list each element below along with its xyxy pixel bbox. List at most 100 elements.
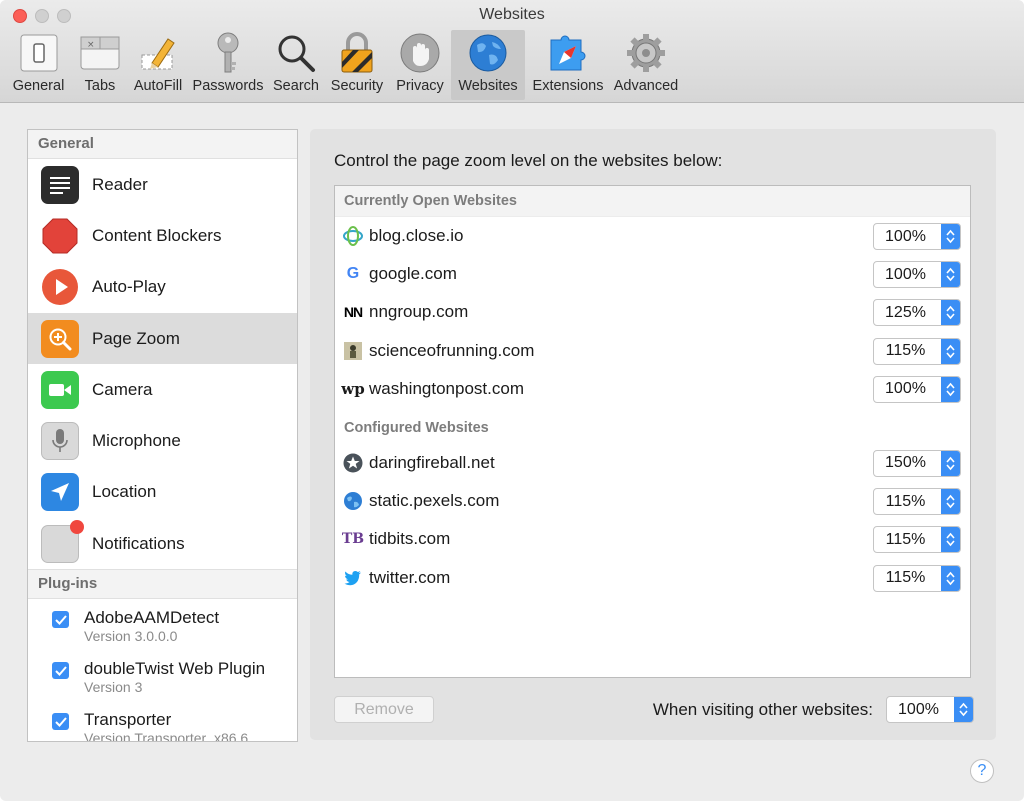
- zoom-value: 150%: [885, 454, 926, 472]
- zoom-select[interactable]: 115%: [873, 526, 961, 554]
- tab-passwords[interactable]: Passwords: [189, 30, 267, 100]
- updown-arrows-icon: [941, 565, 960, 591]
- notifications-icon: [41, 519, 84, 563]
- website-row[interactable]: blog.close.io 100%: [335, 217, 970, 255]
- preferences-toolbar: General × Tabs AutoFill Passwords Search…: [4, 30, 681, 102]
- zoom-select[interactable]: 100%: [873, 375, 961, 403]
- website-name: twitter.com: [369, 567, 451, 587]
- website-name: nngroup.com: [369, 302, 469, 322]
- zoom-select[interactable]: 125%: [873, 299, 961, 327]
- website-row[interactable]: G google.com 100%: [335, 255, 970, 293]
- sidebar-item-page-zoom[interactable]: Page Zoom: [28, 312, 297, 365]
- plugin-item-adobeaamdetect[interactable]: AdobeAAMDetect Version 3.0.0.0: [28, 599, 297, 650]
- checkmark-icon: [54, 615, 67, 625]
- website-row[interactable]: static.pexels.com 115%: [335, 482, 970, 520]
- website-row[interactable]: TB tidbits.com 115%: [335, 520, 970, 558]
- gear-icon: [625, 32, 667, 74]
- tabs-icon: ×: [80, 32, 120, 74]
- tab-advanced-label: Advanced: [613, 78, 679, 94]
- sidebar-item-label: Microphone: [92, 431, 181, 451]
- other-websites-zoom-select[interactable]: 100%: [886, 696, 974, 723]
- tab-privacy[interactable]: Privacy: [389, 30, 451, 100]
- tab-advanced[interactable]: Advanced: [611, 30, 681, 100]
- sidebar-item-label: Camera: [92, 379, 153, 399]
- zoom-select[interactable]: 100%: [873, 223, 961, 250]
- website-row[interactable]: NN nngroup.com 125%: [335, 293, 970, 331]
- website-row[interactable]: twitter.com 115%: [335, 559, 970, 597]
- tab-tabs-label: Tabs: [84, 78, 116, 94]
- camera-icon: [41, 370, 79, 409]
- help-button[interactable]: ?: [970, 759, 994, 783]
- tidbits-favicon: TB: [341, 531, 365, 548]
- tab-passwords-label: Passwords: [192, 78, 264, 94]
- daringfireball-favicon: [343, 453, 363, 473]
- website-row[interactable]: daringfireball.net 150%: [335, 444, 970, 482]
- google-favicon: G: [346, 265, 360, 283]
- hand-icon: [400, 32, 440, 74]
- zoom-select[interactable]: 115%: [873, 488, 961, 516]
- sidebar-item-label: Notifications: [92, 533, 185, 553]
- zoom-value: 100%: [885, 380, 926, 398]
- zoom-select[interactable]: 150%: [873, 449, 961, 477]
- zoom-select[interactable]: 100%: [873, 261, 961, 289]
- updown-arrows-icon: [941, 262, 960, 288]
- checkmark-icon: [54, 717, 67, 727]
- plugin-checkbox[interactable]: [52, 611, 69, 629]
- tab-search[interactable]: Search: [267, 30, 325, 100]
- nngroup-favicon: NN: [343, 304, 363, 321]
- plugin-checkbox[interactable]: [52, 662, 69, 680]
- updown-arrows-icon: [941, 450, 960, 476]
- location-arrow-icon: [41, 473, 79, 512]
- tab-security[interactable]: Security: [325, 30, 389, 100]
- sidebar-item-microphone[interactable]: Microphone: [28, 415, 297, 466]
- tab-search-label: Search: [273, 78, 319, 94]
- plugin-checkbox[interactable]: [52, 713, 69, 731]
- notification-badge-icon: [70, 519, 84, 534]
- plugin-item-doubletwist[interactable]: doubleTwist Web Plugin Version 3: [28, 650, 297, 701]
- tab-extensions[interactable]: Extensions: [525, 30, 611, 100]
- updown-arrows-icon: [954, 697, 973, 722]
- page-zoom-panel: Control the page zoom level on the websi…: [310, 129, 996, 740]
- twitter-bird-icon: [343, 568, 363, 588]
- tab-autofill-label: AutoFill: [133, 78, 183, 94]
- zoom-value: 125%: [885, 303, 926, 321]
- remove-button[interactable]: Remove: [334, 696, 434, 723]
- general-section-header: General: [28, 130, 297, 159]
- search-icon: [276, 32, 316, 74]
- tab-websites-label: Websites: [458, 78, 518, 94]
- checkmark-icon: [54, 666, 67, 676]
- tab-general[interactable]: General: [4, 30, 73, 100]
- configured-websites-header: Configured Websites: [344, 419, 489, 436]
- zoom-value: 115%: [885, 530, 926, 548]
- website-name: washingtonpost.com: [369, 378, 524, 398]
- tab-tabs[interactable]: × Tabs: [73, 30, 127, 100]
- tab-websites[interactable]: Websites: [451, 30, 525, 100]
- tab-autofill[interactable]: AutoFill: [127, 30, 189, 100]
- blog-close-io-favicon: [343, 226, 363, 247]
- play-icon: [41, 268, 79, 306]
- sidebar-item-content-blockers[interactable]: Content Blockers: [28, 210, 297, 261]
- sidebar-item-camera[interactable]: Camera: [28, 364, 297, 415]
- plugin-version: Version 3.0.0.0: [84, 628, 178, 645]
- sidebar-item-auto-play[interactable]: Auto-Play: [28, 262, 297, 313]
- window-title: Websites: [479, 6, 545, 23]
- zoom-select[interactable]: 115%: [873, 337, 961, 365]
- sidebar-item-label: Reader: [92, 174, 148, 194]
- zoom-value: 115%: [885, 492, 926, 510]
- plugin-item-transporter[interactable]: Transporter Version Transporter_x86.6: [28, 701, 297, 741]
- website-row[interactable]: wp washingtonpost.com 100%: [335, 370, 970, 408]
- sidebar-item-notifications[interactable]: Notifications: [28, 518, 297, 569]
- zoom-value: 100%: [885, 227, 926, 245]
- website-row[interactable]: scienceofrunning.com 115%: [335, 332, 970, 370]
- zoom-value: 115%: [885, 342, 926, 360]
- website-name: daringfireball.net: [369, 453, 495, 473]
- website-name: blog.close.io: [369, 226, 464, 246]
- sidebar-item-location[interactable]: Location: [28, 467, 297, 518]
- website-name: static.pexels.com: [369, 491, 500, 511]
- other-websites-label: When visiting other websites:: [652, 700, 873, 719]
- scienceofrunning-favicon: [343, 341, 363, 361]
- websites-list[interactable]: Currently Open Websites blog.close.io 10…: [334, 185, 971, 678]
- sidebar-item-reader[interactable]: Reader: [28, 159, 297, 210]
- zoom-select[interactable]: 115%: [873, 564, 961, 592]
- plugins-section-header: Plug-ins: [28, 569, 297, 600]
